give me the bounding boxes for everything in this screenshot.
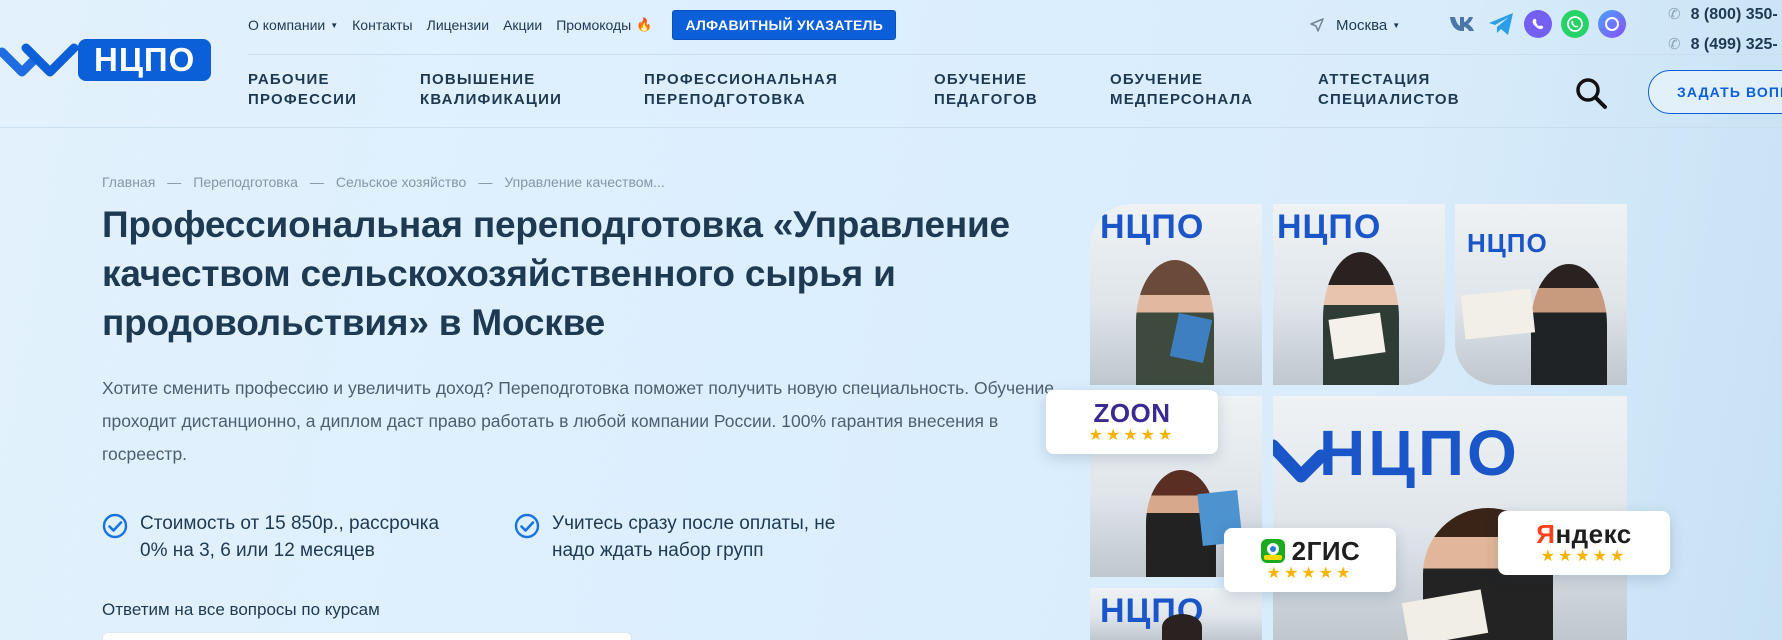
city-name: Москва xyxy=(1336,16,1388,34)
nav-professional-retraining[interactable]: ПРОФЕССИОНАЛЬНАЯ ПЕРЕПОДГОТОВКА xyxy=(644,70,838,110)
yandex-first-letter: Я xyxy=(1536,519,1556,549)
header-divider xyxy=(248,54,1782,55)
site-logo[interactable]: НЦПО xyxy=(0,38,212,82)
rating-stars: ★★★★★ xyxy=(1540,548,1628,565)
badge-name: ZOON xyxy=(1093,398,1171,428)
about-label: О компании xyxy=(248,17,326,33)
contacts-link[interactable]: Контакты xyxy=(352,17,412,33)
ask-question-button[interactable]: ЗАДАТЬ ВОПР xyxy=(1648,70,1782,114)
nav-line: МЕДПЕРСОНАЛА xyxy=(1110,91,1254,108)
promotions-link[interactable]: Акции xyxy=(503,17,542,33)
feature-start: Учитесь сразу после оплаты, не надо ждат… xyxy=(514,510,835,564)
breadcrumb-retraining[interactable]: Переподготовка xyxy=(193,174,298,190)
badge-name: Яндекс xyxy=(1536,520,1632,548)
nav-line: СПЕЦИАЛИСТОВ xyxy=(1318,91,1460,108)
breadcrumb-separator: — xyxy=(478,174,493,190)
2gis-logo-icon xyxy=(1260,539,1285,563)
vk-icon[interactable] xyxy=(1448,10,1478,38)
breadcrumb-agriculture[interactable]: Сельское хозяйство xyxy=(336,174,466,190)
phone-item[interactable]: ✆ 8 (800) 350- xyxy=(1668,0,1778,30)
2gis-rating-badge[interactable]: 2ГИС ★★★★★ xyxy=(1224,528,1396,592)
diploma-figure xyxy=(1401,589,1489,640)
breadcrumb: Главная — Переподготовка — Сельское хозя… xyxy=(102,174,665,190)
promocodes-link[interactable]: Промокоды 🔥 xyxy=(556,17,652,33)
flame-icon: 🔥 xyxy=(636,17,653,32)
questions-label: Ответим на все вопросы по курсам xyxy=(102,600,380,619)
diploma-figure xyxy=(1328,312,1386,360)
nav-line: ПОВЫШЕНИЕ xyxy=(420,71,536,88)
graduate-photo: НЦПО xyxy=(1273,204,1445,385)
question-input[interactable] xyxy=(102,632,632,640)
phone-item[interactable]: ✆ 8 (499) 325- xyxy=(1668,30,1778,60)
logo-text: НЦПО xyxy=(78,39,212,81)
page-title: Профессиональная переподготовка «Управле… xyxy=(102,204,1010,343)
photo-sign: НЦПО xyxy=(1277,208,1382,246)
breadcrumb-current: Управление качеством... xyxy=(504,174,665,190)
chevron-down-icon: ▼ xyxy=(1392,20,1401,30)
city-selector[interactable]: Москва ▼ xyxy=(1310,12,1400,38)
max-messenger-icon[interactable] xyxy=(1598,10,1626,38)
nav-line: ПЕДАГОГОВ xyxy=(934,91,1038,108)
graduate-photo: НЦПО xyxy=(1455,204,1627,385)
nav-teacher-training[interactable]: ОБУЧЕНИЕ ПЕДАГОГОВ xyxy=(934,70,1038,110)
nav-specialist-certification[interactable]: АТТЕСТАЦИЯ СПЕЦИАЛИСТОВ xyxy=(1318,70,1460,110)
badge-name: 2ГИС xyxy=(1291,536,1361,566)
top-links: О компании ▼ Контакты Лицензии Акции Пром… xyxy=(248,10,897,40)
phone-number: 8 (499) 325- xyxy=(1690,36,1778,53)
graduate-photo: НЦПО xyxy=(1090,204,1262,385)
promocodes-label: Промокоды xyxy=(556,17,632,33)
feature-text: надо ждать набор групп xyxy=(552,540,764,561)
nav-line: ПРОФЕССИИ xyxy=(248,91,358,108)
licenses-link[interactable]: Лицензии xyxy=(427,17,489,33)
phone-list: ✆ 8 (800) 350- ✆ 8 (499) 325- xyxy=(1668,0,1778,60)
graduate-photo: НЦПО xyxy=(1090,588,1262,640)
alphabetical-index-button[interactable]: АЛФАВИТНЫЙ УКАЗАТЕЛЬ xyxy=(672,10,897,40)
whatsapp-icon[interactable] xyxy=(1561,10,1589,38)
phone-icon: ✆ xyxy=(1668,36,1681,53)
yandex-rating-badge[interactable]: Яндекс ★★★★★ xyxy=(1498,511,1670,575)
breadcrumb-home[interactable]: Главная xyxy=(102,174,155,190)
feature-text: 0% на 3, 6 или 12 месяцев xyxy=(140,540,375,561)
telegram-icon[interactable] xyxy=(1487,10,1515,38)
nav-line: АТТЕСТАЦИЯ xyxy=(1318,71,1431,88)
photo-sign: НЦПО xyxy=(1467,228,1548,258)
photo-sign: НЦПО xyxy=(1100,208,1205,246)
feature-text: Учитесь сразу после оплаты, не xyxy=(552,513,836,534)
logo-mark-icon xyxy=(0,43,79,77)
breadcrumb-separator: — xyxy=(309,174,324,190)
feature-price: Стоимость от 15 850р., рассрочка 0% на 3… xyxy=(102,510,439,564)
social-links xyxy=(1448,10,1626,38)
nav-line: КВАЛИФИКАЦИИ xyxy=(420,91,563,108)
phone-icon: ✆ xyxy=(1668,6,1681,23)
badge-title: 2ГИС xyxy=(1260,537,1361,565)
diploma-figure xyxy=(1460,288,1536,340)
lead-paragraph: Хотите сменить профессию и увеличить дох… xyxy=(102,378,1054,464)
breadcrumb-separator: — xyxy=(167,174,182,190)
nav-qualification-upgrade[interactable]: ПОВЫШЕНИЕ КВАЛИФИКАЦИИ xyxy=(420,70,562,110)
nav-line: ПЕРЕПОДГОТОВКА xyxy=(644,91,806,108)
person-figure xyxy=(1531,264,1607,385)
photo-sign: НЦПО xyxy=(1319,417,1520,489)
nav-line: ОБУЧЕНИЕ xyxy=(934,71,1028,88)
location-arrow-icon xyxy=(1310,18,1324,32)
nav-line: ОБУЧЕНИЕ xyxy=(1110,71,1204,88)
phone-number: 8 (800) 350- xyxy=(1690,6,1778,23)
feature-text: Стоимость от 15 850р., рассрочка xyxy=(140,513,440,534)
site-header: НЦПО О компании ▼ Контакты Лицензии Акции… xyxy=(0,0,1782,128)
search-icon[interactable] xyxy=(1574,76,1608,110)
rating-stars: ★★★★★ xyxy=(1088,427,1176,444)
nav-line: ПРОФЕССИОНАЛЬНАЯ xyxy=(644,71,838,88)
about-menu-link[interactable]: О компании ▼ xyxy=(248,17,338,33)
rating-stars: ★★★★★ xyxy=(1266,565,1354,582)
nav-working-professions[interactable]: РАБОЧИЕ ПРОФЕССИИ xyxy=(248,70,357,110)
viber-icon[interactable] xyxy=(1524,10,1552,38)
chevron-down-icon: ▼ xyxy=(330,20,339,30)
nav-line: РАБОЧИЕ xyxy=(248,71,330,88)
check-circle-icon xyxy=(514,513,540,539)
zoon-rating-badge[interactable]: ZOON ★★★★★ xyxy=(1046,390,1218,454)
yandex-rest-letters: ндекс xyxy=(1555,519,1632,549)
person-figure xyxy=(1162,614,1202,640)
check-circle-icon xyxy=(102,513,128,539)
nav-medical-training[interactable]: ОБУЧЕНИЕ МЕДПЕРСОНАЛА xyxy=(1110,70,1253,110)
